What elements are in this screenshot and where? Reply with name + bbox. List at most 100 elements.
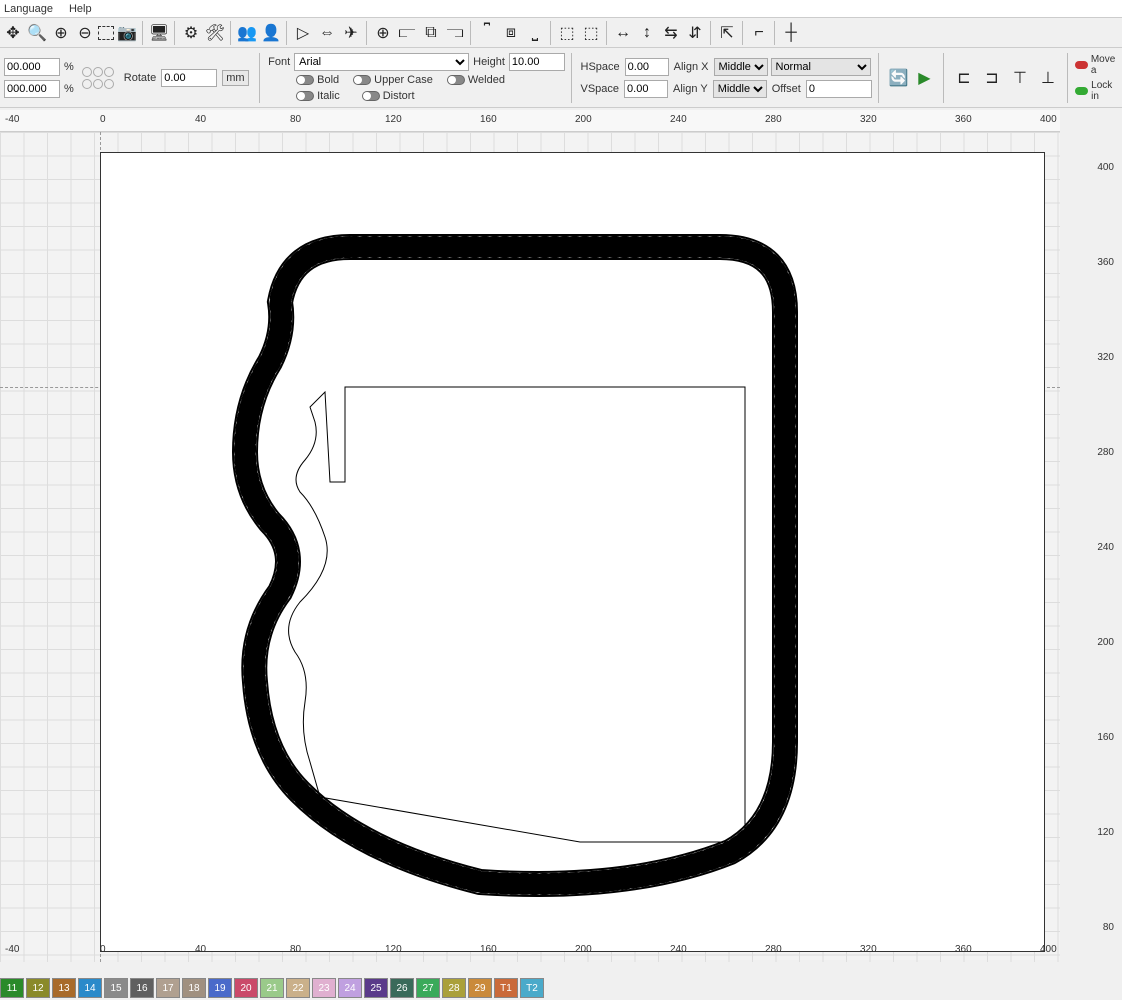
align-tool-1-icon[interactable]: ⊏ bbox=[953, 67, 975, 89]
layer-swatch[interactable]: 25 bbox=[364, 978, 388, 998]
send-icon[interactable]: ✈ bbox=[340, 22, 362, 44]
layer-swatch[interactable]: 15 bbox=[104, 978, 128, 998]
layer-swatch[interactable]: 18 bbox=[182, 978, 206, 998]
normal-select[interactable]: Normal bbox=[771, 58, 871, 76]
layer-swatch[interactable]: 29 bbox=[468, 978, 492, 998]
ruler-tick: 280 bbox=[765, 114, 782, 125]
menu-language[interactable]: Language bbox=[4, 3, 53, 15]
group-icon[interactable]: 👥 bbox=[236, 22, 258, 44]
align-tool-3-icon[interactable]: ⊤ bbox=[1009, 67, 1031, 89]
ruler-tick: 160 bbox=[480, 944, 497, 955]
design-grid bbox=[0, 132, 1060, 962]
space-v-icon[interactable]: ⇵ bbox=[684, 22, 706, 44]
layer-swatch[interactable]: T1 bbox=[494, 978, 518, 998]
layer-swatch[interactable]: 21 bbox=[260, 978, 284, 998]
align-tool-2-icon[interactable]: ⊐ bbox=[981, 67, 1003, 89]
distort-toggle[interactable] bbox=[362, 91, 380, 101]
ruler-tick: 360 bbox=[955, 114, 972, 125]
welded-toggle[interactable] bbox=[447, 75, 465, 85]
move-toggle[interactable] bbox=[1075, 61, 1088, 69]
layer-swatch[interactable]: 19 bbox=[208, 978, 232, 998]
unit-label[interactable]: mm bbox=[222, 70, 248, 86]
layer-swatch[interactable]: 17 bbox=[156, 978, 180, 998]
layer-swatch[interactable]: 13 bbox=[52, 978, 76, 998]
distribute-v-icon[interactable]: ⬚ bbox=[580, 22, 602, 44]
space-h-icon[interactable]: ⇆ bbox=[660, 22, 682, 44]
layer-swatch[interactable]: 14 bbox=[78, 978, 102, 998]
layer-swatch[interactable]: 11 bbox=[0, 978, 24, 998]
apply-icon[interactable]: ▶ bbox=[913, 67, 935, 89]
align-bottom-icon[interactable]: ⎵ bbox=[524, 22, 546, 44]
align-center-v-icon[interactable]: ⧉ bbox=[420, 22, 442, 44]
zoom-in-icon[interactable]: ⊕ bbox=[50, 22, 72, 44]
aligny-select[interactable]: Middle bbox=[713, 80, 767, 98]
zoom-out-icon[interactable]: ⊖ bbox=[74, 22, 96, 44]
same-width-icon[interactable]: ↔ bbox=[612, 22, 634, 44]
toolbar-separator bbox=[230, 21, 232, 45]
lock-toggle[interactable] bbox=[1075, 87, 1089, 95]
selection-marquee-icon[interactable] bbox=[98, 26, 114, 40]
font-select[interactable]: Arial bbox=[294, 53, 469, 71]
layer-swatch[interactable]: 27 bbox=[416, 978, 440, 998]
monitor-icon[interactable]: 🖥 bbox=[148, 22, 170, 44]
ruler-tick: 240 bbox=[670, 944, 687, 955]
layer-palette: 11121314151617181920212223242526272829T1… bbox=[0, 978, 546, 1000]
align-left-icon[interactable]: ⫍ bbox=[396, 22, 418, 44]
layer-swatch[interactable]: 16 bbox=[130, 978, 154, 998]
vspace-field[interactable] bbox=[624, 80, 668, 98]
bold-toggle[interactable] bbox=[296, 75, 314, 85]
layer-swatch[interactable]: 24 bbox=[338, 978, 362, 998]
move-tool-icon[interactable]: ✥ bbox=[2, 22, 24, 44]
snap-icon[interactable]: ┼ bbox=[780, 22, 802, 44]
ruler-tick: 320 bbox=[1097, 352, 1114, 363]
ruler-tick: 400 bbox=[1040, 944, 1057, 955]
menu-help[interactable]: Help bbox=[69, 3, 92, 15]
hspace-field[interactable] bbox=[625, 58, 669, 76]
distribute-h-icon[interactable]: ⬚ bbox=[556, 22, 578, 44]
ruler-tick: 400 bbox=[1040, 114, 1057, 125]
gear-icon[interactable]: ⚙ bbox=[180, 22, 202, 44]
align-right-icon[interactable]: ⫎ bbox=[444, 22, 466, 44]
canvas-area[interactable]: -4004080120160200240280320360400 -400408… bbox=[0, 110, 1060, 960]
x-pos-field[interactable] bbox=[4, 58, 60, 76]
rotate-label: Rotate bbox=[124, 72, 156, 84]
layer-swatch[interactable]: 12 bbox=[26, 978, 50, 998]
person-icon[interactable]: 👤 bbox=[260, 22, 282, 44]
ruler-tick: 320 bbox=[860, 944, 877, 955]
align-middle-h-icon[interactable]: ⧈ bbox=[500, 22, 522, 44]
same-height-icon[interactable]: ↕ bbox=[636, 22, 658, 44]
uppercase-toggle[interactable] bbox=[353, 75, 371, 85]
mirror-h-icon[interactable]: ⇔ bbox=[316, 22, 338, 44]
zoom-tool-icon[interactable]: 🔍 bbox=[26, 22, 48, 44]
toolbar-separator bbox=[286, 21, 288, 45]
pct-label: % bbox=[64, 61, 74, 73]
offset-field[interactable] bbox=[806, 80, 872, 98]
layer-swatch[interactable]: 28 bbox=[442, 978, 466, 998]
layer-swatch[interactable]: 20 bbox=[234, 978, 258, 998]
center-icon[interactable]: ⊕ bbox=[372, 22, 394, 44]
ruler-tick: 0 bbox=[100, 114, 106, 125]
ruler-tick: 40 bbox=[195, 944, 206, 955]
refresh-icon[interactable]: 🔄 bbox=[887, 67, 909, 89]
alignx-select[interactable]: Middle bbox=[714, 58, 768, 76]
options-toolbar: % % Rotate mm Font Arial Height Bold Upp… bbox=[0, 48, 1122, 108]
layer-swatch[interactable]: 22 bbox=[286, 978, 310, 998]
camera-icon[interactable]: 📷 bbox=[116, 22, 138, 44]
italic-toggle[interactable] bbox=[296, 91, 314, 101]
ruler-tick: 360 bbox=[955, 944, 972, 955]
rotate-field[interactable] bbox=[161, 69, 217, 87]
align-top-icon[interactable]: ⎴ bbox=[476, 22, 498, 44]
toolbar-separator bbox=[606, 21, 608, 45]
layer-swatch[interactable]: 23 bbox=[312, 978, 336, 998]
align-tool-4-icon[interactable]: ⊥ bbox=[1037, 67, 1059, 89]
toolbar-separator bbox=[366, 21, 368, 45]
y-pos-field[interactable] bbox=[4, 80, 60, 98]
flag-icon[interactable]: ▷ bbox=[292, 22, 314, 44]
layer-swatch[interactable]: 26 bbox=[390, 978, 414, 998]
corner-icon[interactable]: ⌐ bbox=[748, 22, 770, 44]
design-artwork[interactable] bbox=[230, 232, 800, 902]
move-front-icon[interactable]: ⇱ bbox=[716, 22, 738, 44]
layer-swatch[interactable]: T2 bbox=[520, 978, 544, 998]
wrench-icon[interactable]: 🛠 bbox=[204, 22, 226, 44]
height-field[interactable] bbox=[509, 53, 565, 71]
